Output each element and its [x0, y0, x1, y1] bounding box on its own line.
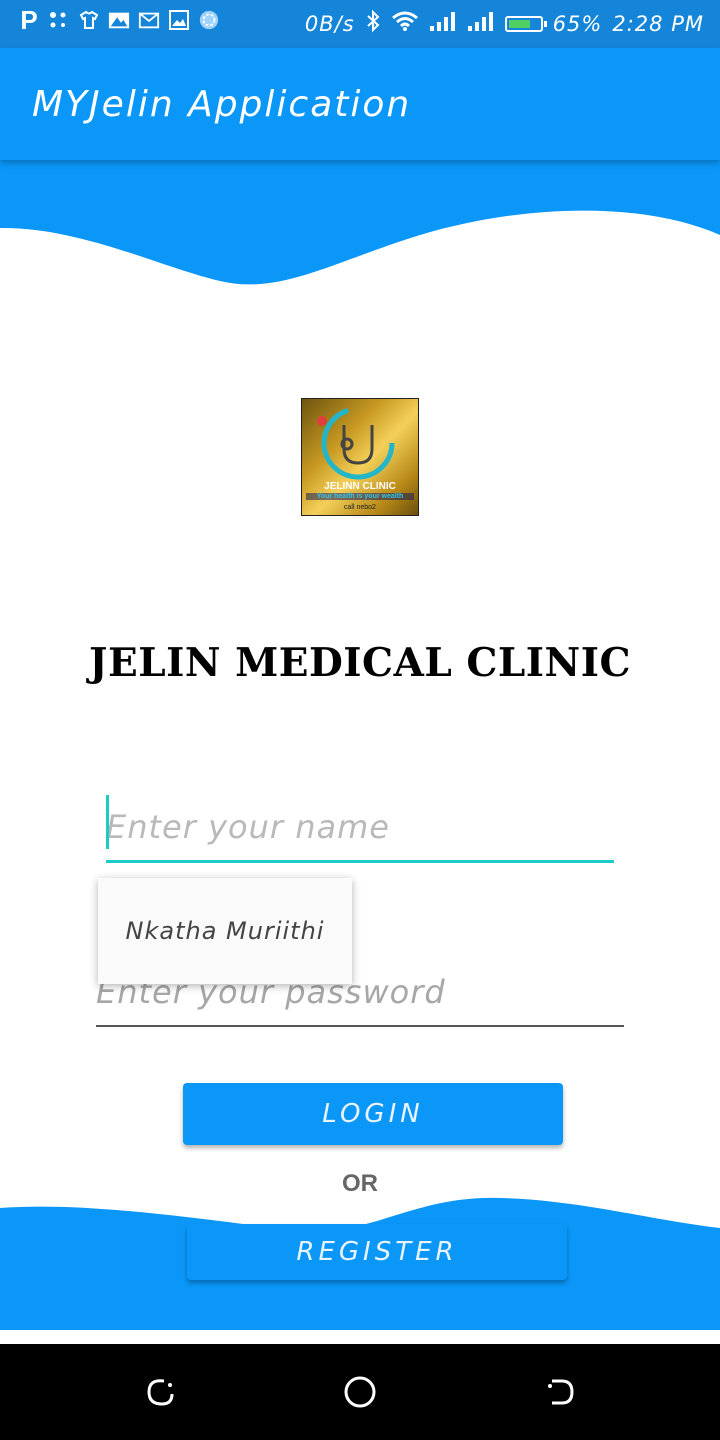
app-bar: MYJelin Application: [0, 48, 720, 160]
password-underline: [96, 1025, 624, 1027]
tshirt-icon: [78, 9, 100, 31]
logo-call: call nebo2: [344, 504, 376, 511]
clinic-logo: JELINN CLINIC Your health is your wealth…: [301, 398, 419, 516]
register-button[interactable]: REGISTER: [187, 1224, 567, 1280]
name-underline: [106, 860, 614, 863]
bluetooth-icon: [365, 9, 381, 38]
image-icon: [108, 9, 130, 31]
clock: 2:28 PM: [612, 11, 704, 36]
back-icon[interactable]: [540, 1372, 580, 1412]
text-cursor: [106, 795, 109, 849]
gmail-icon: [138, 9, 160, 31]
signal-icon-1: [429, 10, 457, 37]
top-wave-decoration: [0, 155, 720, 285]
wifi-icon: [391, 10, 419, 37]
battery-percent: 65%: [552, 11, 603, 36]
name-input[interactable]: [106, 795, 614, 859]
p-icon: P: [20, 5, 38, 35]
login-button[interactable]: LOGIN: [183, 1083, 563, 1145]
autocomplete-dropdown: Nkatha Muriithi: [98, 878, 352, 984]
notification-icons: P: [18, 5, 220, 35]
battery-icon: [504, 15, 547, 32]
net-speed: 0B/s: [304, 11, 355, 36]
recents-icon[interactable]: [140, 1372, 180, 1412]
name-field[interactable]: [106, 795, 614, 863]
app-title: MYJelin Application: [32, 84, 412, 125]
status-bar: P 0B/s 65% 2:28 PM: [0, 0, 720, 48]
logo-tagline: Your health is your wealth: [306, 493, 414, 500]
gallery-icon: [168, 9, 190, 31]
autocomplete-item[interactable]: Nkatha Muriithi: [98, 878, 352, 984]
navigation-bar: [0, 1344, 720, 1440]
sync-icon: [198, 9, 220, 31]
dots-icon: [48, 9, 70, 31]
or-separator: OR: [342, 1170, 378, 1197]
signal-icon-2: [467, 10, 495, 37]
logo-text: JELINN CLINIC: [324, 481, 396, 492]
clinic-heading: JELIN MEDICAL CLINIC: [89, 640, 631, 686]
system-status: 0B/s 65% 2:28 PM: [305, 9, 704, 38]
home-icon[interactable]: [340, 1372, 380, 1412]
